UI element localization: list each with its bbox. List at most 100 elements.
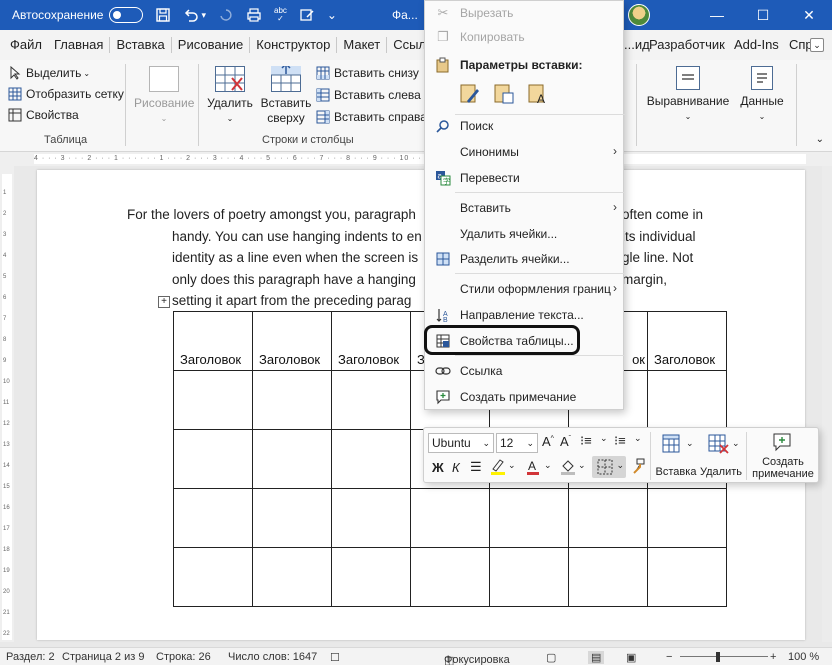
font-name-dropdown[interactable]: Ubuntu ⌄ [428,433,494,453]
table-cell[interactable] [173,370,253,430]
zoom-slider[interactable] [680,656,768,657]
insert-below-button[interactable]: Вставить снизу [316,66,419,80]
customize-toolbar-icon[interactable]: ⌄ [327,8,337,22]
table-cell[interactable] [568,547,648,607]
table-cell[interactable] [647,370,727,430]
table-move-handle-icon[interactable]: + [158,296,170,308]
view-gridlines-button[interactable]: Отобразить сетку [8,87,124,101]
collapse-ribbon-icon[interactable]: ⌄ [810,38,824,52]
paste-keep-format-icon[interactable] [459,81,481,105]
menu-item-delete-cells[interactable]: Удалить ячейки... [425,222,625,246]
draw-button[interactable]: Рисование ⌄ [134,66,194,126]
printer-icon[interactable] [246,7,262,23]
minimize-button[interactable]: — [694,0,740,30]
menu-item-link[interactable]: Ссылка [425,359,625,383]
table-cell[interactable] [173,547,253,607]
table-cell[interactable] [489,488,569,548]
table-cell[interactable] [331,488,411,548]
tab-file[interactable]: Файл [0,30,48,60]
new-comment-button[interactable]: Создать примечание [750,432,816,480]
zoom-slider-thumb[interactable] [716,652,720,662]
tab-addins[interactable]: Add-Ins [734,30,779,60]
print-layout-icon[interactable]: ▤ [588,651,605,664]
vertical-ruler[interactable]: 1 2 3 4 5 6 7 8 9 10 11 12 13 14 15 16 17 18 19 20 21 22 [0,166,14,642]
table-cell[interactable] [331,547,411,607]
bullets-icon[interactable]: ⁝≡ [580,433,592,449]
select-button[interactable]: Выделить ⌄ [8,65,90,80]
shading-dropdown-icon[interactable]: ⌄ [578,460,586,471]
table-cell[interactable] [173,488,253,548]
table-cell[interactable] [252,488,332,548]
spelling-icon[interactable]: abc ✓ [274,7,287,23]
table-cell[interactable] [252,547,332,607]
menu-item-border-styles[interactable]: Стили оформления границ › [425,277,625,301]
menu-item-new-comment[interactable]: Создать примечание [425,385,625,409]
italic-button[interactable]: К [452,460,460,475]
vertical-scrollbar[interactable] [822,166,832,642]
menu-item-translate[interactable]: a字 Перевести [425,166,625,190]
table-cell[interactable] [647,488,727,548]
table-cell[interactable] [252,370,332,430]
insert-table-button[interactable]: ⌄ Вставка [654,432,698,480]
menu-item-text-direction[interactable]: AB Направление текста... [425,303,625,327]
close-button[interactable]: ✕ [786,0,832,30]
table-cell[interactable]: Заголовок [252,311,332,371]
format-painter-icon[interactable] [630,458,646,477]
tab-insert[interactable]: Вставка [110,30,170,60]
table-cell[interactable] [173,429,253,489]
data-button[interactable]: Данные ⌄ [736,66,788,124]
table-cell[interactable] [647,547,727,607]
numbering-dropdown-icon[interactable]: ⌄ [634,433,642,444]
delete-table-button[interactable]: ⌄ Удалить [698,432,744,480]
zoom-in-icon[interactable]: + [770,651,776,663]
read-mode-icon[interactable]: ▢ [546,651,556,664]
menu-item-split-cells[interactable]: Разделить ячейки... [425,247,625,271]
insert-left-button[interactable]: Вставить слева [316,88,421,102]
ribbon-expand-icon[interactable]: ⌄ [816,134,824,145]
table-cell[interactable] [410,547,490,607]
borders-button[interactable]: ⌄ [592,456,626,478]
menu-item-insert[interactable]: Вставить › [425,196,625,220]
proofing-icon[interactable]: ☐ [330,651,340,664]
table-cell[interactable] [489,547,569,607]
bold-button[interactable]: Ж [432,460,444,475]
highlight-dropdown-icon[interactable]: ⌄ [508,460,516,471]
insert-right-button[interactable]: Вставить справа [316,110,427,124]
tab-home[interactable]: Главная [48,30,109,60]
maximize-button[interactable]: ☐ [740,0,786,30]
edit-icon[interactable] [299,7,315,23]
status-section[interactable]: Раздел: 2 [6,651,55,663]
autosave-toggle[interactable] [109,7,144,23]
table-cell[interactable] [331,370,411,430]
undo-dropdown-icon[interactable]: ▾ [201,10,206,21]
horizontal-ruler[interactable]: 4 · · · 3 · · · 2 · · · 1 · · · · · · 1 … [0,152,832,166]
delete-dropdown-icon[interactable]: ⌄ [732,438,740,449]
align-center-icon[interactable]: ☰ [470,459,482,475]
status-word-count[interactable]: Число слов: 1647 [228,651,317,663]
status-line[interactable]: Строка: 26 [156,651,211,663]
table-cell[interactable] [252,429,332,489]
table-cell[interactable]: Заголовок [647,311,727,371]
table-cell[interactable]: Заголовок [331,311,411,371]
save-icon[interactable] [155,7,171,23]
tab-draw[interactable]: Рисование [172,30,249,60]
zoom-level[interactable]: 100 % [788,651,819,663]
tab-developer[interactable]: Разработчик [649,30,725,60]
web-layout-icon[interactable]: ▣ [626,651,636,664]
font-color-dropdown-icon[interactable]: ⌄ [544,460,552,471]
tab-view[interactable]: ...ид [624,30,650,60]
table-cell[interactable]: Заголовок [173,311,253,371]
tab-layout[interactable]: Макет [337,30,386,60]
menu-item-synonyms[interactable]: Синонимы › [425,140,625,164]
font-size-dropdown[interactable]: 12 ⌄ [496,433,538,453]
document-page[interactable]: For the lovers of poetry amongst you, pa… [37,170,805,640]
shading-icon[interactable] [560,458,576,479]
insert-dropdown-icon[interactable]: ⌄ [686,438,694,449]
table-cell[interactable] [410,488,490,548]
paste-text-only-icon[interactable]: A [527,81,549,106]
paste-merge-format-icon[interactable] [493,81,515,105]
highlight-color-icon[interactable] [490,458,506,479]
bullets-dropdown-icon[interactable]: ⌄ [600,433,608,444]
table-cell[interactable] [568,488,648,548]
undo-icon[interactable] [183,7,199,23]
